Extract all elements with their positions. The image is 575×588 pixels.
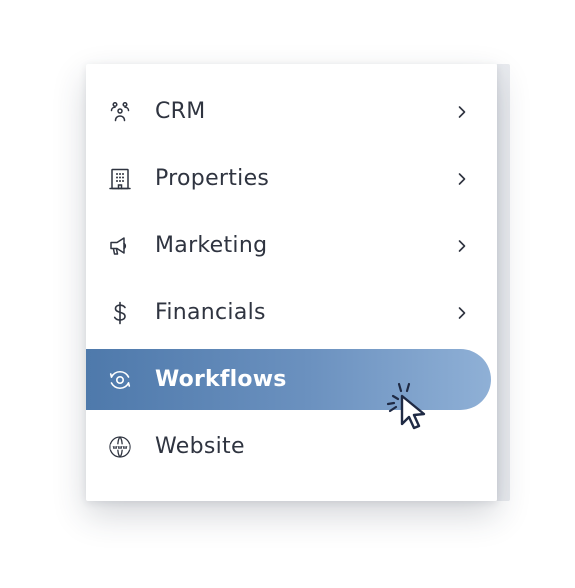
chevron-right-icon — [455, 306, 469, 320]
workflow-eye-icon — [108, 368, 132, 392]
megaphone-icon — [108, 234, 132, 258]
menu-item-crm[interactable]: CRM — [86, 78, 497, 145]
menu-item-label: Financials — [155, 300, 266, 325]
dollar-icon — [108, 301, 132, 325]
building-icon — [108, 167, 132, 191]
www-globe-icon: www — [108, 435, 132, 459]
menu-item-website[interactable]: www Website — [86, 413, 497, 480]
menu-item-workflows[interactable]: Workflows — [86, 346, 497, 413]
menu-list: CRM Properties Marketing Financials Work… — [86, 78, 497, 480]
menu-item-marketing[interactable]: Marketing — [86, 212, 497, 279]
menu-item-label: Properties — [155, 166, 270, 191]
menu-item-label: Website — [155, 434, 245, 459]
menu-item-label: Workflows — [155, 367, 287, 392]
active-highlight — [86, 349, 491, 410]
menu-item-label: Marketing — [155, 233, 268, 258]
chevron-right-icon — [455, 105, 469, 119]
chevron-right-icon — [455, 172, 469, 186]
menu-item-label: CRM — [155, 99, 206, 124]
people-group-icon — [108, 100, 132, 124]
menu-item-properties[interactable]: Properties — [86, 145, 497, 212]
navigation-menu: CRM Properties Marketing Financials Work… — [86, 64, 497, 501]
app-canvas: CRM Properties Marketing Financials Work… — [0, 0, 575, 588]
svg-text:www: www — [113, 445, 128, 451]
menu-item-financials[interactable]: Financials — [86, 279, 497, 346]
menu-scroll-edge — [497, 64, 510, 501]
chevron-right-icon — [455, 239, 469, 253]
